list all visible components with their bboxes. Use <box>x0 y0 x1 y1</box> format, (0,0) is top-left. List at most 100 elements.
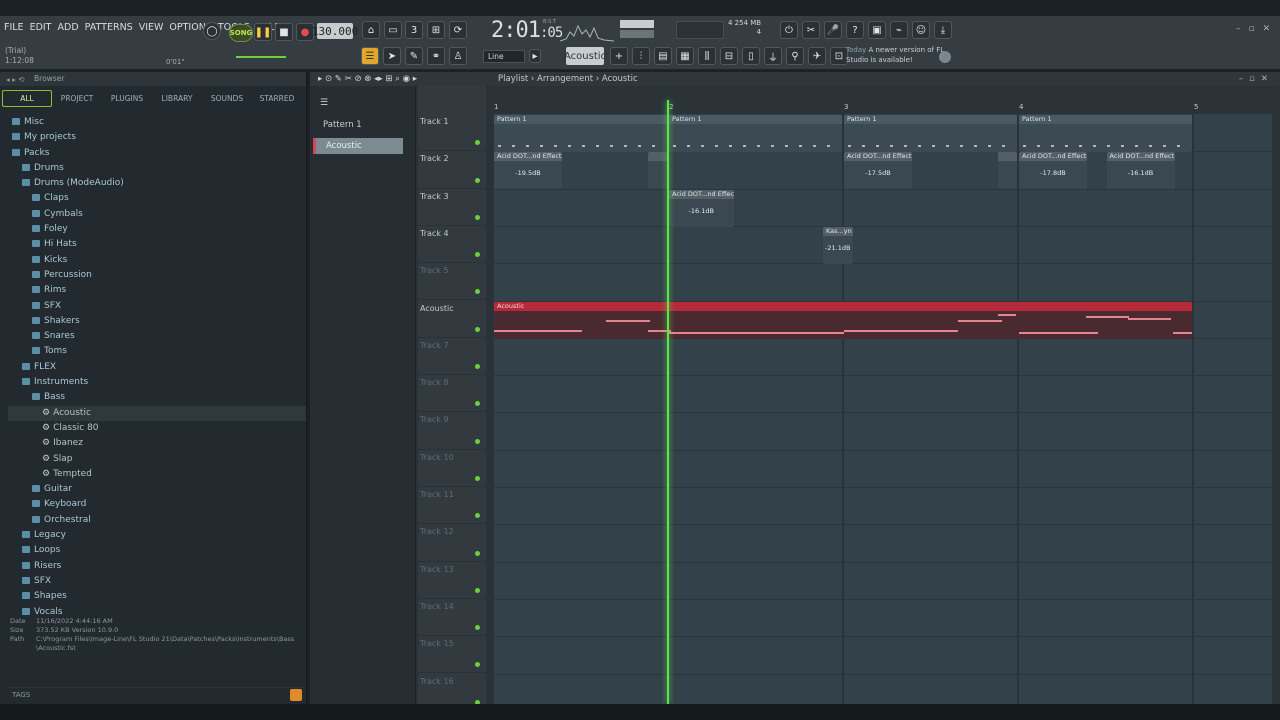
search-icon[interactable] <box>290 689 302 701</box>
browser-item[interactable]: Risers <box>8 559 306 574</box>
track-mute-led[interactable] <box>475 214 480 220</box>
audio-clip[interactable] <box>998 152 1017 190</box>
bird-button[interactable]: ✈ <box>808 47 826 65</box>
track-header[interactable]: Track 2 <box>418 151 486 189</box>
menu-add[interactable]: ADD <box>58 22 79 33</box>
audio-clip[interactable]: Acid DOT...nd Effect -19.5dB <box>494 152 562 190</box>
playlist-tool-icons[interactable]: ▸ ⊙ ✎ ✂ ⊘ ⊗ ◂▸ ⊞ ⌕ ◉ ▸ <box>318 72 417 86</box>
track-mute-led[interactable] <box>475 326 480 332</box>
arrangement-grid[interactable]: Pattern 1 Pattern 1 Pattern 1 Pattern 1 Acid… <box>492 114 1272 704</box>
browser-item[interactable]: Hi Hats <box>8 237 306 252</box>
playhead[interactable] <box>667 100 669 704</box>
audio-clip[interactable]: Acid DOT...nd Effect -16.1dB <box>669 189 734 227</box>
pattern-picker-item[interactable]: Acoustic <box>313 138 403 154</box>
track-mute-led[interactable] <box>475 252 480 258</box>
browser-item[interactable]: Instruments <box>8 375 306 390</box>
audio-clip[interactable] <box>648 152 667 190</box>
track-mute-led[interactable] <box>475 177 480 183</box>
plugin-button[interactable]: ⌁ <box>890 21 908 39</box>
browser-item[interactable]: ⚙ Acoustic <box>8 405 306 421</box>
track-mute-led[interactable] <box>475 550 480 556</box>
pattern-clip[interactable]: Pattern 1 <box>844 115 1017 152</box>
track-header[interactable]: Track 15 <box>418 636 486 674</box>
browser-item[interactable]: Legacy <box>8 528 306 543</box>
save-button[interactable]: ▣ <box>868 21 886 39</box>
browser-item[interactable]: Snares <box>8 329 306 344</box>
track-header[interactable]: Track 13 <box>418 562 486 599</box>
menu-view[interactable]: VIEW <box>139 22 164 33</box>
mixer-button[interactable]: ⫶ <box>632 47 650 65</box>
browser-tab-library[interactable]: LIBRARY <box>152 90 202 107</box>
track-header[interactable]: Track 3 <box>418 189 486 226</box>
track-mute-led[interactable] <box>475 475 480 481</box>
snap-select[interactable]: Line <box>483 50 525 63</box>
microphone-button[interactable]: 🎤 <box>824 21 842 39</box>
instrument-clip[interactable]: Acoustic <box>494 301 1192 339</box>
metronome-button[interactable]: ⌂ <box>362 21 380 39</box>
track-header[interactable]: Track 11 <box>418 487 486 525</box>
link-button[interactable]: ⚭ <box>427 47 445 65</box>
browser-item[interactable]: Misc <box>8 115 306 130</box>
browser-item[interactable]: Kicks <box>8 253 306 268</box>
track-mute-led[interactable] <box>475 587 480 593</box>
browser-item[interactable]: Shakers <box>8 314 306 329</box>
piano-roll-button[interactable]: ▤ <box>654 47 672 65</box>
master-volume-slider[interactable] <box>236 56 286 58</box>
browser-item[interactable]: ⚙ Ibanez <box>8 436 306 451</box>
playlist-view-button[interactable]: ☰ <box>361 47 379 65</box>
playlist-window-controls[interactable]: –▫✕ <box>1239 72 1274 86</box>
browser-tab-starred[interactable]: STARRED <box>252 90 302 107</box>
current-pattern-select[interactable]: Acoustic <box>564 47 606 65</box>
menu-file[interactable]: FILE <box>4 22 24 33</box>
project-picker-button[interactable]: ⚲ <box>786 47 804 65</box>
browser-tab-all[interactable]: ALL <box>2 90 52 107</box>
track-mute-led[interactable] <box>475 401 480 407</box>
picker-menu-icon[interactable]: ☰ <box>320 98 328 108</box>
pattern-clip[interactable]: Pattern 1 <box>494 115 667 152</box>
draw-tool-button[interactable]: ✎ <box>405 47 423 65</box>
menu-edit[interactable]: EDIT <box>30 22 52 33</box>
browser-item[interactable]: Orchestral <box>8 513 306 528</box>
window-controls[interactable]: –▫✕ <box>1236 24 1278 34</box>
loop-record-button[interactable]: ⟳ <box>449 21 467 39</box>
tools-button[interactable]: ✂ <box>802 21 820 39</box>
online-button[interactable]: ⏻ <box>780 21 798 39</box>
track-mute-led[interactable] <box>475 364 480 370</box>
update-icon[interactable] <box>939 51 951 63</box>
song-mode-button[interactable]: SONG <box>229 24 253 42</box>
audio-clip[interactable]: Acid DOT...nd Effect -17.5dB <box>844 152 912 190</box>
browser-nav-icons[interactable]: ◂ ▸ ⟲ <box>6 73 25 87</box>
browser-item[interactable]: Packs <box>8 146 306 161</box>
track-header[interactable]: Track 12 <box>418 524 486 562</box>
browser-item[interactable]: Rims <box>8 283 306 298</box>
browser-tab-plugins[interactable]: PLUGINS <box>102 90 152 107</box>
pause-button[interactable]: ❚❚ <box>254 23 272 41</box>
track-mute-led[interactable] <box>475 438 480 444</box>
track-header[interactable]: Track 4 <box>418 226 486 264</box>
track-mute-led[interactable] <box>475 625 480 631</box>
browser-item[interactable]: SFX <box>8 574 306 589</box>
browser-tab-sounds[interactable]: SOUNDS <box>202 90 252 107</box>
track-header[interactable]: Track 8 <box>418 375 486 413</box>
chat-button[interactable]: ☺ <box>912 21 930 39</box>
clipboard-button[interactable]: ▯ <box>742 47 760 65</box>
stamp-button[interactable]: ♙ <box>449 47 467 65</box>
browser-item[interactable]: Keyboard <box>8 497 306 512</box>
track-header[interactable]: Track 5 <box>418 263 486 301</box>
browser-item[interactable]: Percussion <box>8 268 306 283</box>
snap-arrow-button[interactable]: ▸ <box>529 49 541 63</box>
browser-item[interactable]: Guitar <box>8 482 306 497</box>
browser-item[interactable]: My projects <box>8 130 306 145</box>
news-panel[interactable]: Today A newer version of FL Studio is av… <box>846 45 951 67</box>
browser-item[interactable]: Bass <box>8 390 306 405</box>
browser-item[interactable]: FLEX <box>8 360 306 375</box>
add-pattern-button[interactable]: + <box>610 47 628 65</box>
track-mute-led[interactable] <box>475 513 480 519</box>
mixer-view-button[interactable]: ⫼ <box>698 47 716 65</box>
browser-item[interactable]: Toms <box>8 344 306 359</box>
browser-item[interactable]: Loops <box>8 543 306 558</box>
track-mute-led[interactable] <box>475 662 480 668</box>
browser-item[interactable]: ⚙ Tempted <box>8 467 306 482</box>
browser-item[interactable]: Cymbals <box>8 207 306 222</box>
tempo-display[interactable]: 130.000 <box>312 23 358 39</box>
